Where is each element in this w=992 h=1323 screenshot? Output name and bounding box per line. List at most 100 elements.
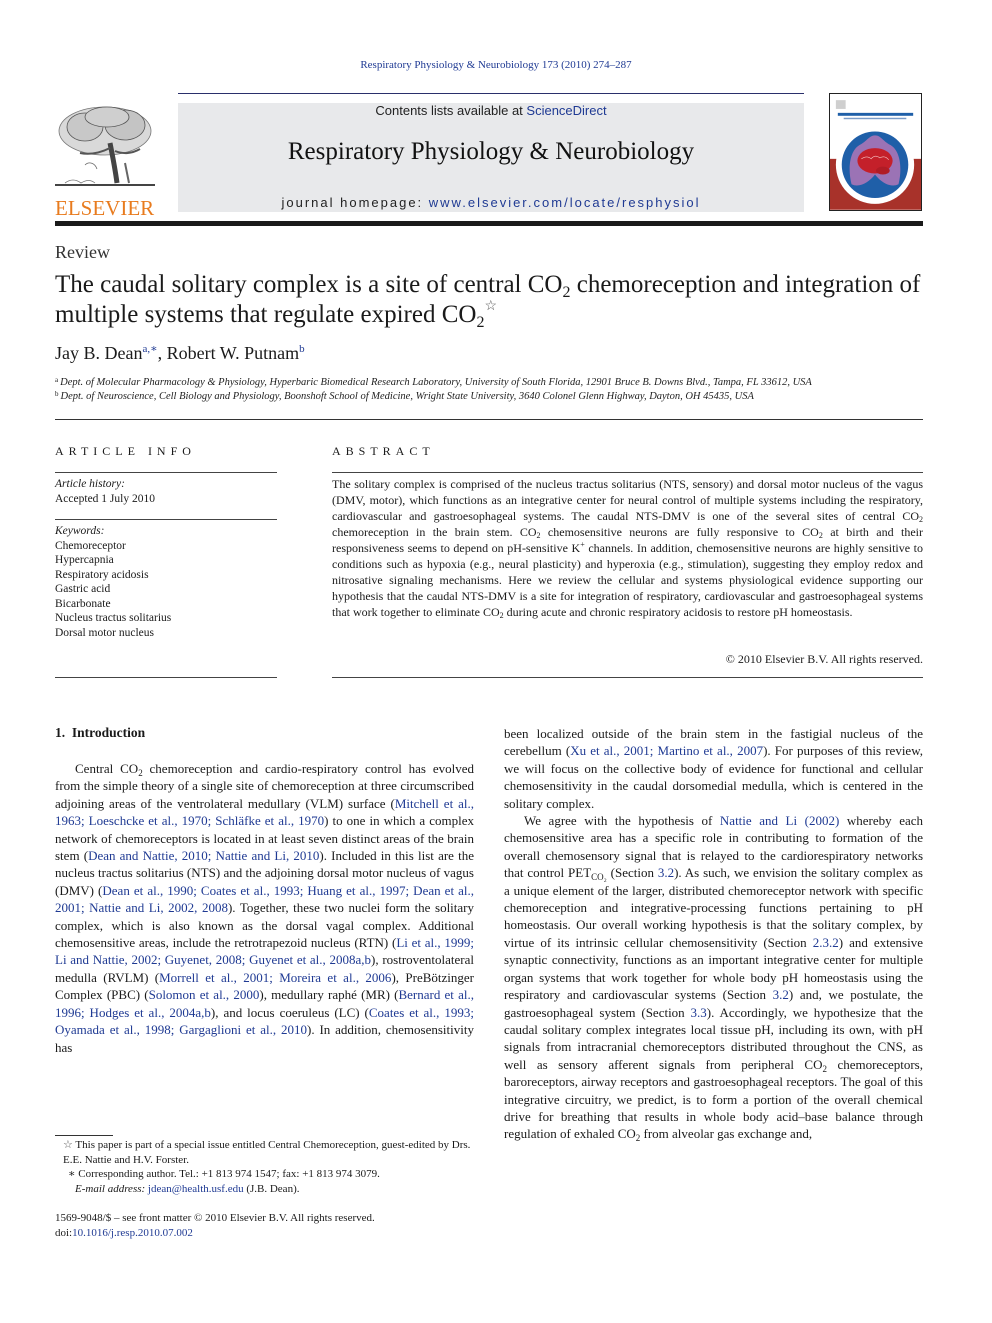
journal-homepage-line: journal homepage: www.elsevier.com/locat… [178,195,804,210]
keyword-item: Hypercapnia [55,554,114,566]
email-suffix: (J.B. Dean). [243,1182,300,1195]
author-list: Jay B. Deana,∗, Robert W. Putnamb [55,343,305,364]
homepage-prefix: journal homepage: [281,195,429,210]
contents-prefix: Contents lists available at [375,103,527,118]
abstract-copyright: © 2010 Elsevier B.V. All rights reserved… [725,652,923,666]
citation-link[interactable]: Morrell et al., 2001; Moreira et al., 20… [159,970,391,985]
running-header[interactable]: Respiratory Physiology & Neurobiology 17… [0,59,992,71]
sciencedirect-link[interactable]: ScienceDirect [526,103,606,118]
journal-cover-icon [830,94,921,210]
section-heading-introduction: 1. Introduction [55,725,145,741]
keyword-item: Respiratory acidosis [55,568,149,581]
masthead-top-rule [178,93,804,94]
paragraph: been localized outside of the brain stem… [504,725,923,812]
text-run: (Section [606,865,658,881]
abstract-text: The solitary complex is comprised of the… [332,476,923,620]
email-label: E-mail address: [75,1182,146,1195]
affiliations: a Dept. of Molecular Pharmacology & Physi… [55,376,935,404]
publisher-wordmark: ELSEVIER [55,196,155,220]
author-name[interactable]: Jay B. Dean [55,343,142,363]
keyword-item: Nucleus tractus solitarius [55,612,172,624]
author-affiliation-marks[interactable]: a,∗ [142,343,157,355]
journal-banner: Contents lists available at ScienceDirec… [178,103,804,212]
author-name[interactable]: Robert W. Putnam [167,343,300,363]
section-title: Introduction [71,725,146,740]
footnote-text: Corresponding author. Tel.: +1 813 974 1… [75,1168,380,1180]
keyword-item: Dorsal motor nucleus [55,626,155,639]
footnote-rule [55,1135,113,1136]
article-info-rule [55,472,277,473]
text-run: We agree with the hypothesis of [524,813,720,829]
citation-link[interactable]: Solomon et al., 2000 [149,987,260,1002]
citation-link[interactable]: Xu et al., 2001; Martino et al., 2007 [570,743,763,758]
affiliation-mark: b [55,390,59,398]
affiliation-text: Dept. of Neuroscience, Cell Biology and … [60,391,754,402]
doi-link[interactable]: 10.1016/j.resp.2010.07.002 [72,1227,193,1239]
text-run: Central CO [75,761,139,776]
subscript: CO₂ [591,872,607,883]
abstract-segment: chemoreception in the brain stem. CO [332,525,537,539]
journal-homepage-link[interactable]: www.elsevier.com/locate/resphysiol [429,195,701,210]
header-divider [55,419,923,420]
citation-link[interactable]: 3.2 [658,865,674,880]
article-history: Article history: Accepted 1 July 2010 [55,477,277,506]
contents-line: Contents lists available at ScienceDirec… [178,103,804,118]
keyword-item: Gastric acid [55,583,111,595]
footnote-special-issue: ☆ This paper is part of a special issue … [55,1138,474,1167]
paragraph: We agree with the hypothesis of Nattie a… [504,812,923,1143]
text-run: ), and locus coeruleus (LC) ( [210,1004,369,1020]
abstract-segment: during acute and chronic respiratory aci… [503,605,853,619]
title-subscript: 2 [476,314,485,331]
citation-link[interactable]: Dean and Nattie, 2010; Nattie and Li, 20… [88,848,319,863]
abstract-segment: The solitary complex is comprised of the… [332,477,923,523]
masthead-bottom-rule [55,221,923,226]
body-column-left: Central CO2 chemoreception and cardio-re… [55,760,474,1056]
elsevier-tree-icon [55,103,155,191]
footnote-email: E-mail address: jdean@health.usf.edu (J.… [55,1182,474,1197]
abstract-segment: chemosensitive neurons are fully respons… [540,525,819,539]
keywords-rule [55,519,277,520]
affiliation-text: Dept. of Molecular Pharmacology & Physio… [60,377,812,388]
journal-cover-thumbnail[interactable] [829,93,922,211]
paragraph: Central CO2 chemoreception and cardio-re… [55,760,474,1056]
issn-line: 1569-9048/$ – see front matter © 2010 El… [55,1212,375,1224]
title-footnote-star-icon[interactable]: ☆ [484,299,497,314]
citation-link[interactable]: 2.3.2 [813,935,839,950]
article-info-heading: ARTICLE INFO [55,444,196,458]
abstract-heading: ABSTRACT [332,444,435,458]
article-info-bottom-rule [55,677,277,678]
citation-link[interactable]: 3.2 [773,987,789,1002]
article-history-value: Accepted 1 July 2010 [55,492,155,505]
abstract-subscript: 2 [919,515,923,524]
author-separator: , [157,343,167,363]
doi-line: doi:10.1016/j.resp.2010.07.002 [55,1226,474,1241]
publisher-logo[interactable]: ELSEVIER [55,103,155,220]
citation-link[interactable]: Nattie and Li (2002) [720,813,839,828]
text-run: from alveolar gas exchange and, [640,1126,813,1142]
affiliation-item: a Dept. of Molecular Pharmacology & Physi… [55,376,935,390]
affiliation-mark: a [55,376,59,384]
author-affiliation-marks[interactable]: b [299,343,305,355]
footnotes: ☆ This paper is part of a special issue … [55,1138,474,1196]
front-matter: 1569-9048/$ – see front matter © 2010 El… [55,1211,474,1241]
keywords-label: Keywords: [55,525,105,537]
journal-title: Respiratory Physiology & Neurobiology [287,138,695,165]
abstract-rule [332,472,923,473]
citation-link[interactable]: 3.3 [691,1005,707,1020]
footnote-corresponding: ∗ Corresponding author. Tel.: +1 813 974… [55,1167,474,1182]
keyword-item: Bicarbonate [55,597,111,610]
email-link[interactable]: jdean@health.usf.edu [148,1183,244,1195]
body-column-right: been localized outside of the brain stem… [504,725,923,1143]
keyword-item: Chemoreceptor [55,539,126,552]
article-title: The caudal solitary complex is a site of… [55,270,935,331]
abstract-bottom-rule [332,677,923,678]
keywords-block: Keywords: Chemoreceptor Hypercapnia Resp… [55,524,277,640]
article-type: Review [55,242,110,262]
doi-prefix: doi: [55,1227,73,1239]
footnote-text: This paper is part of a special issue en… [63,1139,471,1166]
affiliation-item: b Dept. of Neuroscience, Cell Biology and… [55,390,935,404]
text-run: ), medullary raphé (MR) ( [259,987,399,1003]
article-history-label: Article history: [55,478,125,490]
title-text-1: The caudal solitary complex is a site of… [55,271,563,298]
footnote-star-icon: ☆ [63,1139,73,1151]
